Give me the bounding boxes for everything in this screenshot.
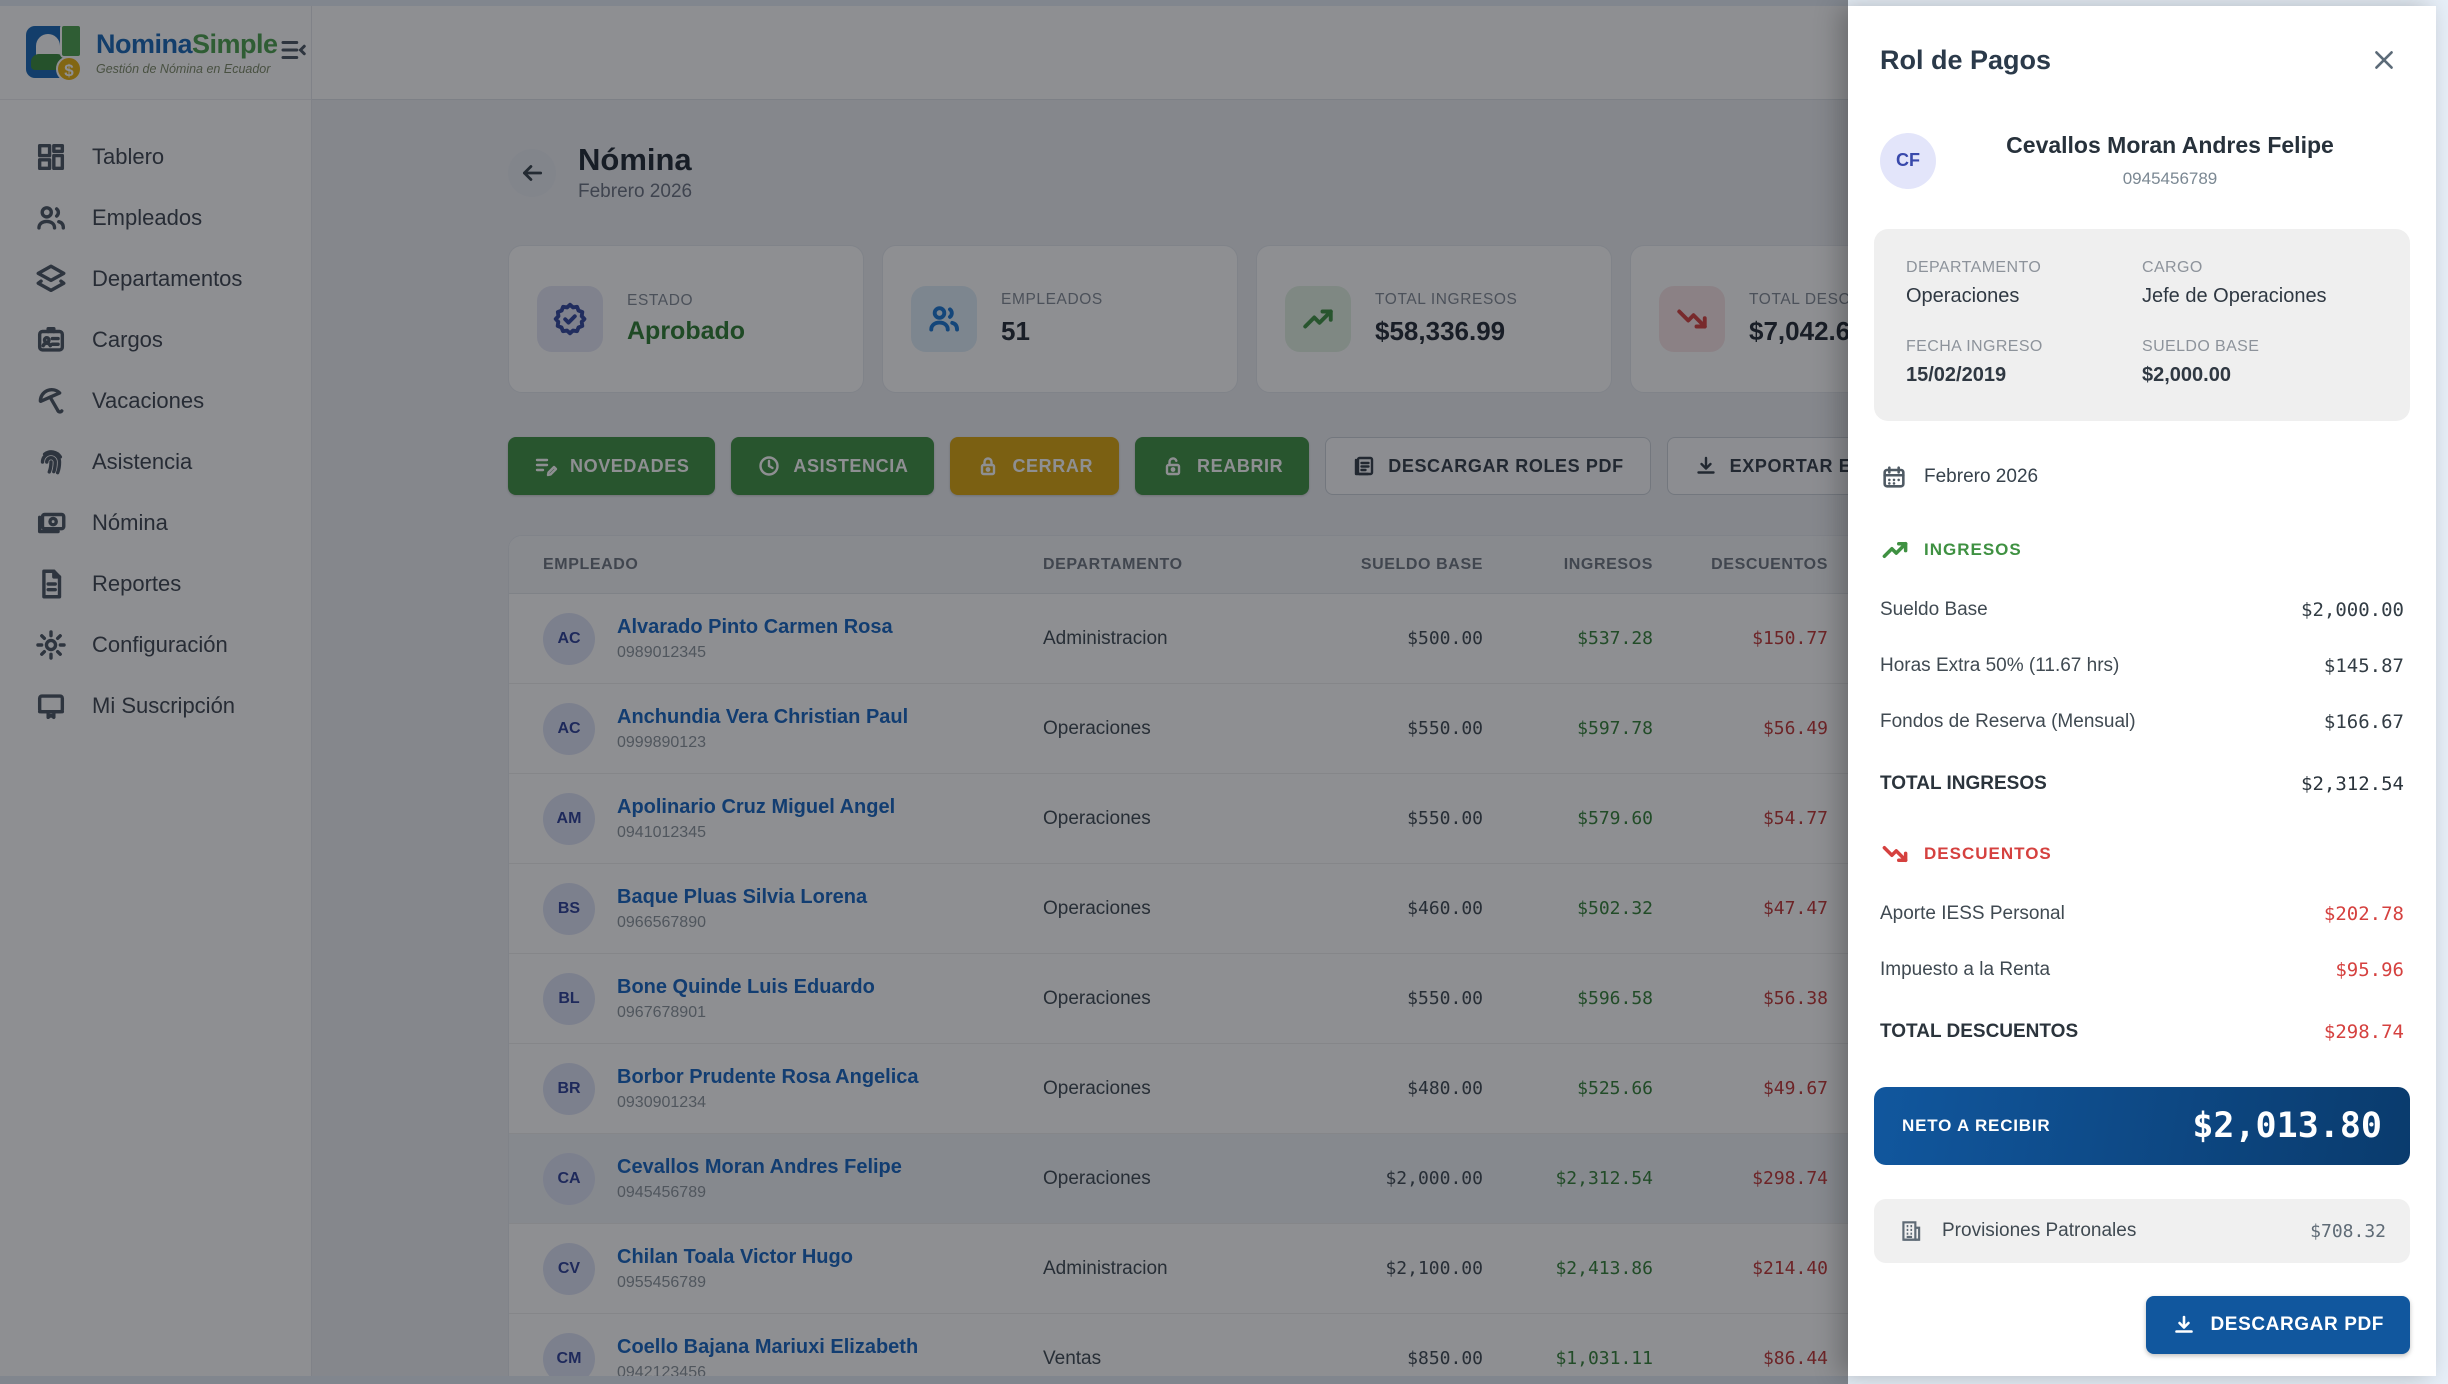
cargo-value: Jefe de Operaciones: [2142, 285, 2378, 308]
close-button[interactable]: [2364, 40, 2404, 80]
item-label: Horas Extra 50% (11.67 hrs): [1880, 655, 2119, 677]
descuentos-section-header: DESCUENTOS: [1874, 839, 2410, 869]
trending-up-icon: [1880, 535, 1910, 565]
fecha-ingreso-value: 15/02/2019: [1906, 364, 2142, 387]
item-value: $2,000.00: [2301, 599, 2404, 621]
period-row: Febrero 2026: [1874, 463, 2410, 491]
provisiones-label: Provisiones Patronales: [1942, 1220, 2136, 1242]
total-ingresos-value: $2,312.54: [2301, 773, 2404, 795]
provisiones-value: $708.32: [2310, 1221, 2386, 1242]
descuento-item: Aporte IESS Personal $202.78: [1874, 903, 2410, 925]
descargar-pdf-label: DESCARGAR PDF: [2210, 1314, 2384, 1336]
item-label: Fondos de Reserva (Mensual): [1880, 711, 2136, 733]
item-value: $202.78: [2324, 903, 2404, 925]
sueldo-base-value: $2,000.00: [2142, 364, 2378, 387]
sueldo-base-label: SUELDO BASE: [2142, 338, 2378, 356]
neto-a-recibir-bar: NETO A RECIBIR $2,013.80: [1874, 1087, 2410, 1165]
item-value: $166.67: [2324, 711, 2404, 733]
ingreso-item: Horas Extra 50% (11.67 hrs) $145.87: [1874, 655, 2410, 677]
drawer-backdrop[interactable]: [0, 0, 1848, 1384]
employee-id: 0945456789: [1936, 169, 2404, 189]
building-icon: [1898, 1218, 1924, 1244]
item-label: Impuesto a la Renta: [1880, 959, 2050, 981]
employee-info-box: DEPARTAMENTO Operaciones CARGO Jefe de O…: [1874, 229, 2410, 421]
drawer-title: Rol de Pagos: [1880, 45, 2051, 76]
employee-summary: CF Cevallos Moran Andres Felipe 09454567…: [1874, 132, 2410, 189]
ingresos-section-header: INGRESOS: [1874, 535, 2410, 565]
period-value: Febrero 2026: [1924, 466, 2038, 488]
total-ingresos-row: TOTAL INGRESOS $2,312.54: [1874, 773, 2410, 795]
total-descuentos-value: $298.74: [2324, 1021, 2404, 1043]
ingreso-item: Sueldo Base $2,000.00: [1874, 599, 2410, 621]
calendar-icon: [1880, 463, 1908, 491]
total-ingresos-label: TOTAL INGRESOS: [1880, 773, 2047, 795]
total-descuentos-label: TOTAL DESCUENTOS: [1880, 1021, 2078, 1043]
cargo-label: CARGO: [2142, 259, 2378, 277]
item-label: Aporte IESS Personal: [1880, 903, 2065, 925]
item-label: Sueldo Base: [1880, 599, 1988, 621]
trending-down-icon: [1880, 839, 1910, 869]
fecha-ingreso-label: FECHA INGRESO: [1906, 338, 2142, 356]
close-icon: [2371, 47, 2397, 73]
neto-value: $2,013.80: [2192, 1106, 2382, 1146]
provisiones-patronales-row[interactable]: Provisiones Patronales $708.32: [1874, 1199, 2410, 1263]
ingresos-header-label: INGRESOS: [1924, 540, 2022, 560]
avatar: CF: [1880, 133, 1936, 189]
rol-de-pagos-drawer: Rol de Pagos CF Cevallos Moran Andres Fe…: [1848, 6, 2436, 1376]
employee-name: Cevallos Moran Andres Felipe: [1936, 132, 2404, 159]
departamento-label: DEPARTAMENTO: [1906, 259, 2142, 277]
item-value: $95.96: [2335, 959, 2404, 981]
departamento-value: Operaciones: [1906, 285, 2142, 308]
neto-label: NETO A RECIBIR: [1902, 1116, 2050, 1136]
download-icon: [2172, 1313, 2196, 1337]
descargar-pdf-button[interactable]: DESCARGAR PDF: [2146, 1296, 2410, 1354]
total-descuentos-row: TOTAL DESCUENTOS $298.74: [1874, 1021, 2410, 1043]
descuento-item: Impuesto a la Renta $95.96: [1874, 959, 2410, 981]
descuentos-header-label: DESCUENTOS: [1924, 844, 2052, 864]
ingreso-item: Fondos de Reserva (Mensual) $166.67: [1874, 711, 2410, 733]
item-value: $145.87: [2324, 655, 2404, 677]
